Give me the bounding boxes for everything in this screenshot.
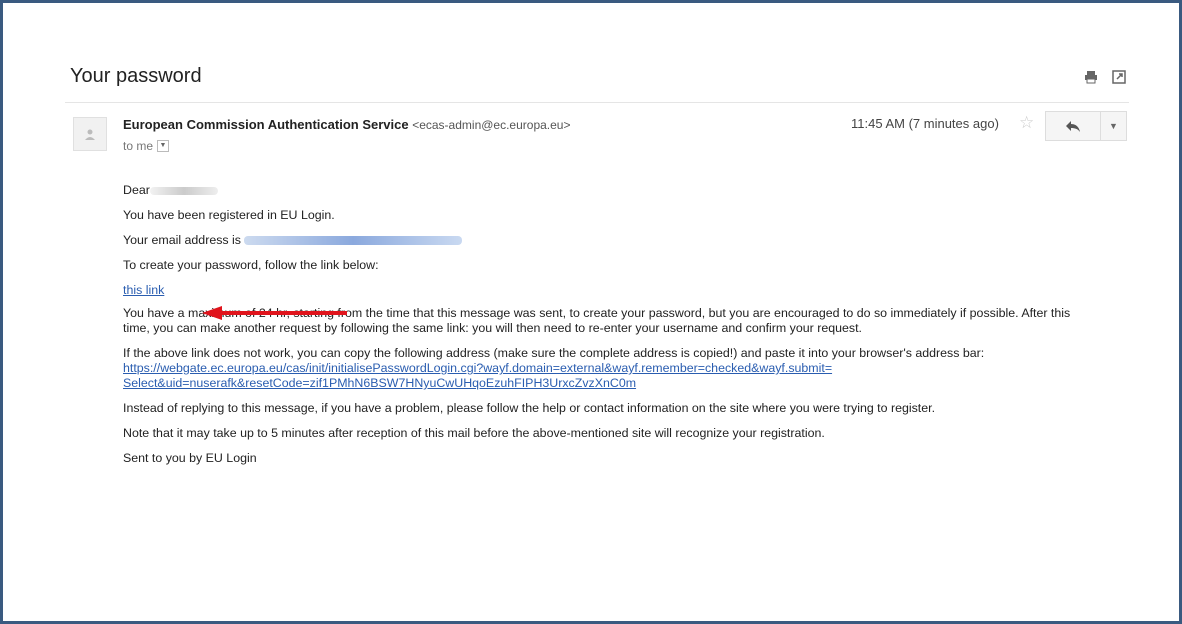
recipient-line: to me ▼ — [123, 139, 170, 153]
email-address-line: Your email address is — [123, 233, 1083, 248]
fallback-text: If the above link does not work, you can… — [123, 346, 985, 360]
fallback-url: https://webgate.ec.europa.eu/cas/init/in… — [123, 361, 1083, 391]
print-icon[interactable] — [1083, 69, 1099, 85]
reply-button[interactable] — [1045, 111, 1101, 141]
person-icon — [85, 129, 95, 140]
open-in-new-window-icon[interactable] — [1111, 69, 1127, 85]
email-address-label: Your email address is — [123, 233, 242, 247]
header-divider — [65, 102, 1129, 103]
greeting-line: Dear — [123, 183, 1083, 198]
password-link[interactable]: this link — [123, 283, 164, 297]
sender-name[interactable]: European Commission Authentication Servi… — [123, 117, 409, 132]
redacted-name — [149, 186, 218, 195]
fallback-paragraph: If the above link does not work, you can… — [123, 346, 1083, 361]
signoff: Sent to you by EU Login — [123, 451, 257, 465]
red-arrow-annotation — [202, 306, 347, 320]
recipient-details-chevron-icon[interactable]: ▼ — [157, 140, 170, 152]
more-options-button[interactable]: ▼ — [1101, 111, 1127, 141]
email-timestamp: 11:45 AM (7 minutes ago) — [851, 116, 999, 131]
top-actions — [1083, 69, 1127, 85]
reset-url-link-part1[interactable]: https://webgate.ec.europa.eu/cas/init/in… — [123, 361, 832, 375]
registration-line: You have been registered in EU Login. — [123, 208, 335, 222]
redacted-email — [244, 236, 463, 246]
email-body: Dear You have been registered in EU Logi… — [123, 183, 1083, 476]
sender-avatar — [73, 117, 107, 151]
greeting: Dear — [123, 183, 150, 197]
star-icon[interactable]: ☆ — [1019, 113, 1034, 133]
email-frame: Your password European Commission Authen… — [0, 0, 1182, 624]
sender-line: European Commission Authentication Servi… — [123, 117, 570, 132]
link-line: this link — [123, 283, 1083, 298]
sender-email: <ecas-admin@ec.europa.eu> — [412, 118, 571, 132]
reset-url-link-part2[interactable]: Select&uid=nuserafk&resetCode=zif1PMhN6B… — [123, 376, 636, 390]
delay-paragraph: Note that it may take up to 5 minutes af… — [123, 426, 825, 440]
email-subject: Your password — [70, 65, 202, 87]
instruction-line: To create your password, follow the link… — [123, 258, 379, 272]
chevron-down-icon: ▼ — [1109, 121, 1118, 131]
help-paragraph: Instead of replying to this message, if … — [123, 401, 936, 415]
reply-icon — [1066, 121, 1080, 132]
recipient-label: to me — [123, 139, 154, 153]
